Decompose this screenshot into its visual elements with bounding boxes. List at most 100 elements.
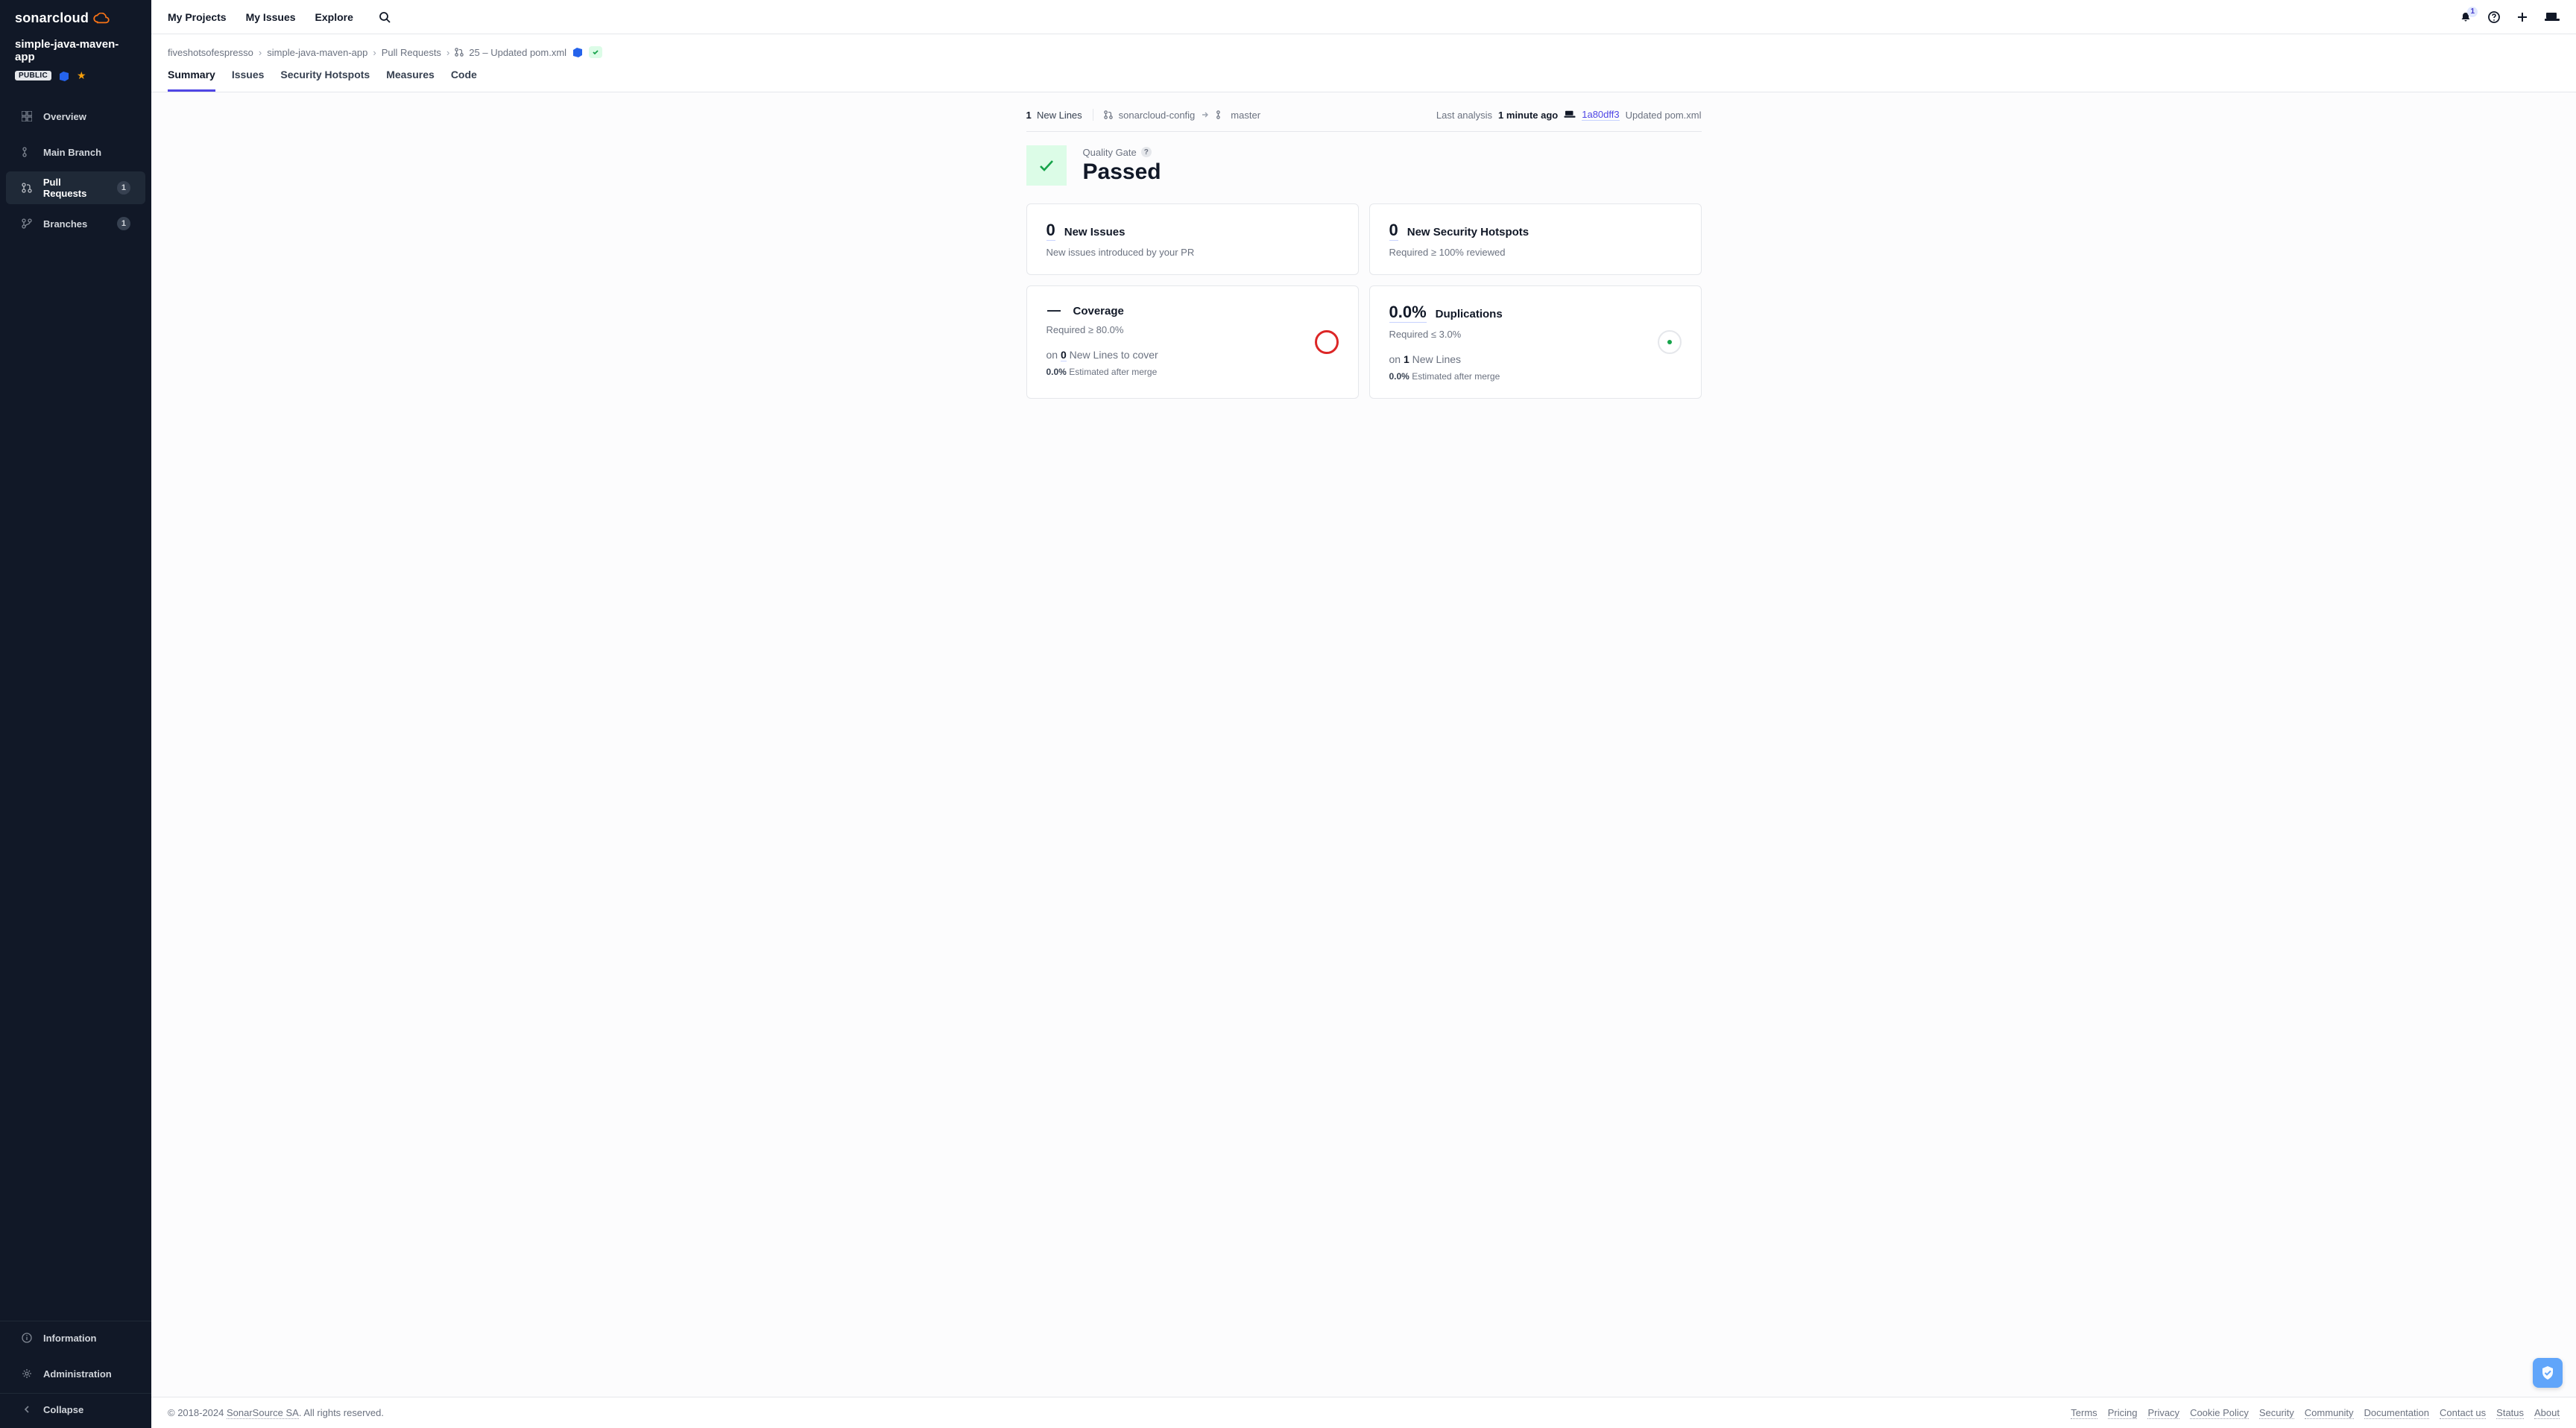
new-issues-title: New Issues (1064, 226, 1126, 238)
brand-logo[interactable]: sonarcloud (0, 0, 151, 34)
sidebar: sonarcloud simple-java-maven-app PUBLIC … (0, 0, 151, 1428)
footer-pricing[interactable]: Pricing (2108, 1407, 2138, 1419)
footer-terms[interactable]: Terms (2071, 1407, 2097, 1419)
commit-message: Updated pom.xml (1626, 110, 1702, 121)
dup-on-prefix: on (1389, 353, 1401, 365)
content-scroll[interactable]: 1 New Lines sonarcloud-config master Las… (151, 92, 2576, 1397)
card-security-hotspots[interactable]: 0 New Security Hotspots Required ≥ 100% … (1369, 203, 1702, 275)
target-branch: master (1231, 110, 1260, 121)
sidebar-item-branches[interactable]: Branches 1 (6, 207, 145, 240)
coverage-on-suffix: New Lines to cover (1070, 349, 1158, 361)
new-lines-count: 1 (1026, 110, 1032, 121)
tab-measures[interactable]: Measures (386, 69, 435, 92)
tab-security-hotspots[interactable]: Security Hotspots (280, 69, 370, 92)
crumb-org[interactable]: fiveshotsofespresso (168, 47, 253, 58)
quality-gate-passed-badge (589, 46, 602, 58)
notifications-icon[interactable]: 1 (2460, 11, 2472, 23)
brand-word: sonarcloud (15, 10, 89, 26)
sidebar-label: Collapse (43, 1404, 83, 1415)
tab-issues[interactable]: Issues (232, 69, 265, 92)
topbar: My Projects My Issues Explore 1 (151, 0, 2576, 34)
footer: © 2018-2024 SonarSource SA. All rights r… (151, 1397, 2576, 1428)
collapse-icon (21, 1404, 33, 1415)
dup-est-value: 0.0% (1389, 371, 1409, 382)
notifications-badge: 1 (2467, 7, 2478, 17)
branch-icon (21, 218, 33, 229)
source-branch: sonarcloud-config (1119, 110, 1196, 121)
nav-my-issues[interactable]: My Issues (246, 11, 296, 23)
branch-icon (1216, 110, 1225, 119)
sidebar-item-information[interactable]: Information (6, 1321, 145, 1354)
sidebar-item-main-branch[interactable]: Main Branch (6, 136, 145, 168)
sidebar-item-overview[interactable]: Overview (6, 100, 145, 133)
sidebar-item-administration[interactable]: Administration (6, 1357, 145, 1390)
tab-summary[interactable]: Summary (168, 69, 215, 92)
pull-request-icon (455, 48, 464, 57)
provider-icon (1564, 110, 1576, 119)
sidebar-project-name[interactable]: simple-java-maven-app (15, 38, 136, 63)
footer-community[interactable]: Community (2305, 1407, 2354, 1419)
sidebar-item-pull-requests[interactable]: Pull Requests 1 (6, 171, 145, 204)
azure-devops-icon[interactable] (58, 70, 70, 82)
nav-my-projects[interactable]: My Projects (168, 11, 227, 23)
quality-gate-passed-icon (1026, 145, 1067, 186)
coverage-ring-icon (1315, 330, 1339, 354)
last-analysis-ago: 1 minute ago (1498, 110, 1558, 121)
sidebar-label: Administration (43, 1368, 112, 1380)
duplications-ring-icon (1658, 330, 1682, 354)
footer-privacy[interactable]: Privacy (2147, 1407, 2179, 1419)
sidebar-label: Pull Requests (43, 177, 107, 199)
gear-icon (21, 1368, 33, 1379)
new-issues-sub: New issues introduced by your PR (1046, 247, 1339, 258)
duplications-title: Duplications (1436, 308, 1503, 320)
new-lines-label: New Lines (1037, 110, 1082, 121)
hotspots-value[interactable]: 0 (1389, 221, 1398, 241)
pull-request-icon (21, 183, 33, 193)
sidebar-collapse[interactable]: Collapse (6, 1394, 145, 1425)
shield-icon (2539, 1365, 2556, 1381)
card-new-issues[interactable]: 0 New Issues New issues introduced by yo… (1026, 203, 1359, 275)
footer-status[interactable]: Status (2496, 1407, 2524, 1419)
card-coverage[interactable]: — Coverage Required ≥ 80.0% on 0 New Lin… (1026, 285, 1359, 399)
privacy-shield-button[interactable] (2533, 1358, 2563, 1388)
footer-about[interactable]: About (2534, 1407, 2560, 1419)
commit-sha-link[interactable]: 1a80dff3 (1582, 109, 1619, 121)
quality-gate-help-icon[interactable]: ? (1141, 147, 1152, 157)
nav-explore[interactable]: Explore (315, 11, 353, 23)
coverage-required: Required ≥ 80.0% (1046, 324, 1339, 335)
crumb-project[interactable]: simple-java-maven-app (267, 47, 367, 58)
pull-request-icon (1104, 110, 1113, 119)
search-icon[interactable] (379, 11, 391, 23)
coverage-est-value: 0.0% (1046, 367, 1067, 377)
card-duplications[interactable]: 0.0% Duplications Required ≤ 3.0% on 1 N… (1369, 285, 1702, 399)
footer-security[interactable]: Security (2259, 1407, 2294, 1419)
sidebar-project-block: simple-java-maven-app PUBLIC ★ (0, 34, 151, 89)
duplications-value[interactable]: 0.0% (1389, 303, 1427, 323)
new-issues-value[interactable]: 0 (1046, 221, 1055, 241)
tab-code[interactable]: Code (451, 69, 477, 92)
footer-copyright-suffix: . All rights reserved. (299, 1407, 384, 1418)
analysis-summary-row: 1 New Lines sonarcloud-config master Las… (1026, 109, 1702, 132)
footer-copyright-prefix: © 2018-2024 (168, 1407, 227, 1418)
crumb-pr-title[interactable]: 25 – Updated pom.xml (469, 47, 566, 58)
star-icon[interactable]: ★ (77, 69, 86, 82)
dup-on-value: 1 (1404, 353, 1409, 365)
last-analysis-label: Last analysis (1436, 110, 1492, 121)
coverage-on-value[interactable]: 0 (1061, 349, 1067, 361)
quality-gate-status: Passed (1083, 159, 1161, 185)
footer-cookie[interactable]: Cookie Policy (2190, 1407, 2249, 1419)
sidebar-label: Branches (43, 218, 87, 230)
footer-docs[interactable]: Documentation (2364, 1407, 2429, 1419)
crumb-section[interactable]: Pull Requests (382, 47, 441, 58)
add-icon[interactable] (2516, 11, 2528, 23)
azure-devops-link-icon[interactable] (572, 46, 584, 58)
footer-contact[interactable]: Contact us (2440, 1407, 2486, 1419)
footer-company-link[interactable]: SonarSource SA (227, 1407, 299, 1419)
public-badge: PUBLIC (15, 71, 51, 80)
dup-est-label: Estimated after merge (1412, 371, 1500, 382)
account-icon[interactable] (2545, 11, 2560, 23)
branch-main-icon (21, 147, 33, 157)
pull-requests-count: 1 (117, 181, 130, 195)
help-icon[interactable] (2488, 11, 2500, 23)
quality-gate-block: Quality Gate ? Passed (1026, 132, 1702, 203)
